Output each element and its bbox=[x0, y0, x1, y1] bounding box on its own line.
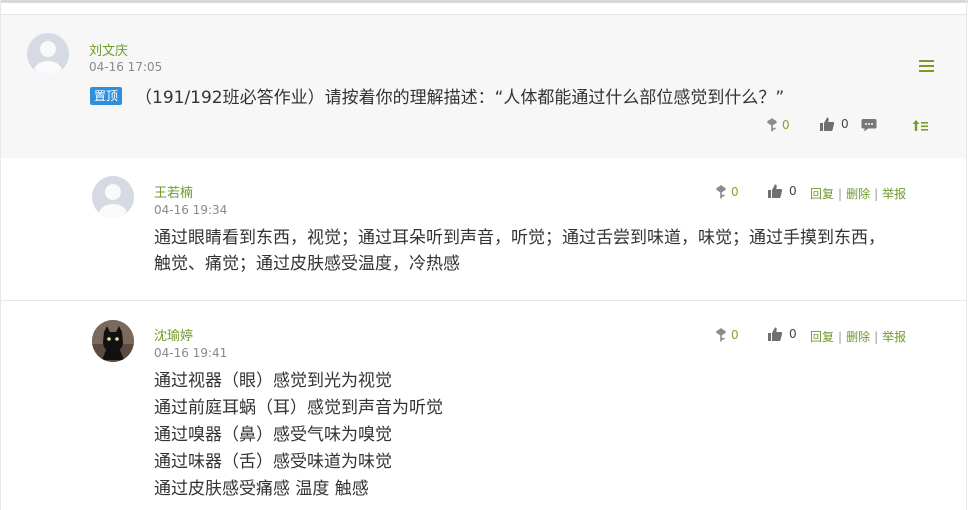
like-count: 0 bbox=[789, 184, 797, 198]
separator: | bbox=[838, 330, 843, 344]
comment-actions: 回复 | 删除 | 举报 bbox=[810, 185, 906, 202]
like-button[interactable]: 0 bbox=[767, 326, 797, 342]
flower-icon bbox=[716, 328, 726, 342]
comment-button[interactable] bbox=[861, 118, 877, 133]
avatar[interactable] bbox=[92, 176, 134, 218]
pinned-badge: 置顶 bbox=[90, 87, 123, 105]
comment-icon bbox=[861, 119, 877, 132]
menu-icon[interactable] bbox=[919, 60, 934, 72]
separator: | bbox=[838, 187, 843, 201]
top-arrow-icon bbox=[912, 120, 928, 131]
comment-time: 04-16 19:41 bbox=[154, 346, 228, 360]
content-line: 触觉、痛觉；通过皮肤感受温度，冷热感 bbox=[154, 254, 460, 274]
content-line: 通过味器（舌）感受味道为味觉 bbox=[154, 452, 392, 472]
flower-count: 0 bbox=[782, 118, 790, 132]
flower-button[interactable]: 0 bbox=[765, 117, 790, 133]
comment-content: 通过视器（眼）感觉到光为视觉 通过前庭耳蜗（耳）感觉到声音为听觉 通过嗅器（鼻）… bbox=[154, 368, 443, 503]
post-title: （191/192班必答作业）请按着你的理解描述：“人体都能通过什么部位感觉到什么… bbox=[135, 88, 785, 108]
reply-link[interactable]: 回复 bbox=[810, 187, 834, 201]
like-button[interactable]: 0 bbox=[767, 183, 797, 199]
content-line: 通过眼睛看到东西，视觉；通过耳朵听到声音，听觉；通过舌尝到味道，味觉；通过手摸到… bbox=[154, 228, 885, 248]
report-link[interactable]: 举报 bbox=[882, 187, 906, 201]
flower-button[interactable]: 0 bbox=[714, 184, 739, 200]
flower-button[interactable]: 0 bbox=[714, 327, 739, 343]
delete-link[interactable]: 删除 bbox=[846, 330, 870, 344]
separator: | bbox=[874, 187, 879, 201]
comment-item: 沈瑜婷 04-16 19:41 0 0 回复 | 删除 | 举报 通过视器（眼）感觉到光… bbox=[1, 301, 966, 510]
separator: | bbox=[874, 330, 879, 344]
comment-item: 王若楠 04-16 19:34 0 0 回复 | 删除 | 举报 通过眼睛看到东西，视觉… bbox=[1, 158, 966, 301]
flower-count: 0 bbox=[731, 328, 739, 342]
flower-icon bbox=[716, 185, 726, 199]
comment-content: 通过眼睛看到东西，视觉；通过耳朵听到声音，听觉；通过舌尝到味道，味觉；通过手摸到… bbox=[154, 225, 885, 277]
content-line: 通过嗅器（鼻）感受气味为嗅觉 bbox=[154, 425, 392, 445]
like-button[interactable]: 0 bbox=[819, 116, 849, 132]
like-count: 0 bbox=[841, 117, 849, 131]
post-time: 04-16 17:05 bbox=[89, 60, 163, 74]
pin-top-button[interactable] bbox=[912, 119, 928, 132]
comment-author[interactable]: 王若楠 bbox=[154, 182, 193, 201]
right-border bbox=[966, 0, 967, 510]
top-border bbox=[0, 0, 968, 3]
flower-count: 0 bbox=[731, 185, 739, 199]
main-post: 刘文庆 04-16 17:05 置顶 （191/192班必答作业）请按着你的理解… bbox=[1, 14, 966, 159]
comment-author[interactable]: 沈瑜婷 bbox=[154, 325, 193, 344]
comment-time: 04-16 19:34 bbox=[154, 203, 228, 217]
thumbs-up-icon bbox=[768, 327, 783, 341]
content-line: 通过前庭耳蜗（耳）感觉到声音为听觉 bbox=[154, 398, 443, 418]
content-line: 通过皮肤感受痛感 温度 触感 bbox=[154, 479, 369, 499]
post-author[interactable]: 刘文庆 bbox=[89, 40, 128, 59]
avatar[interactable] bbox=[27, 33, 69, 75]
thumbs-up-icon bbox=[768, 184, 783, 198]
report-link[interactable]: 举报 bbox=[882, 330, 906, 344]
flower-icon bbox=[767, 118, 777, 132]
avatar[interactable] bbox=[92, 320, 134, 362]
like-count: 0 bbox=[789, 327, 797, 341]
delete-link[interactable]: 删除 bbox=[846, 187, 870, 201]
reply-link[interactable]: 回复 bbox=[810, 330, 834, 344]
comment-actions: 回复 | 删除 | 举报 bbox=[810, 328, 906, 345]
thumbs-up-icon bbox=[820, 117, 835, 131]
content-line: 通过视器（眼）感觉到光为视觉 bbox=[154, 371, 392, 391]
